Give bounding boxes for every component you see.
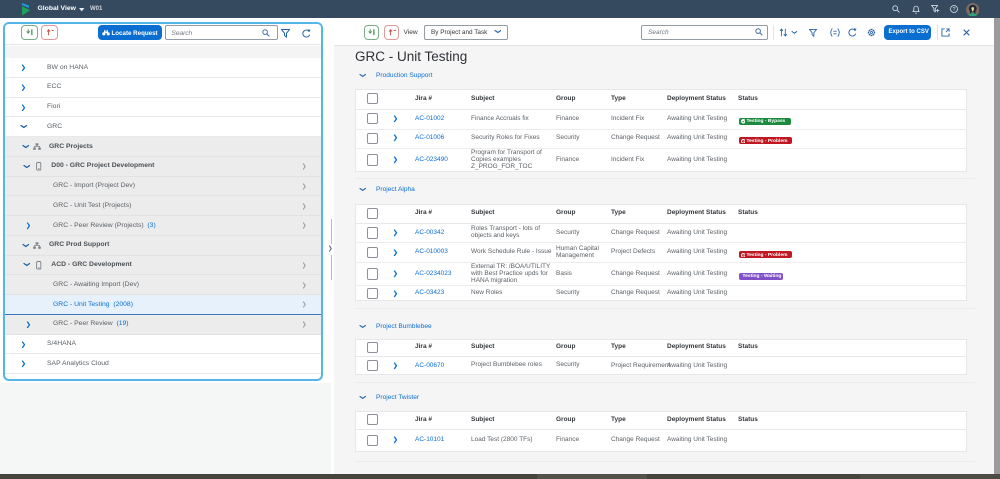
svg-text:?: ? <box>953 7 956 13</box>
